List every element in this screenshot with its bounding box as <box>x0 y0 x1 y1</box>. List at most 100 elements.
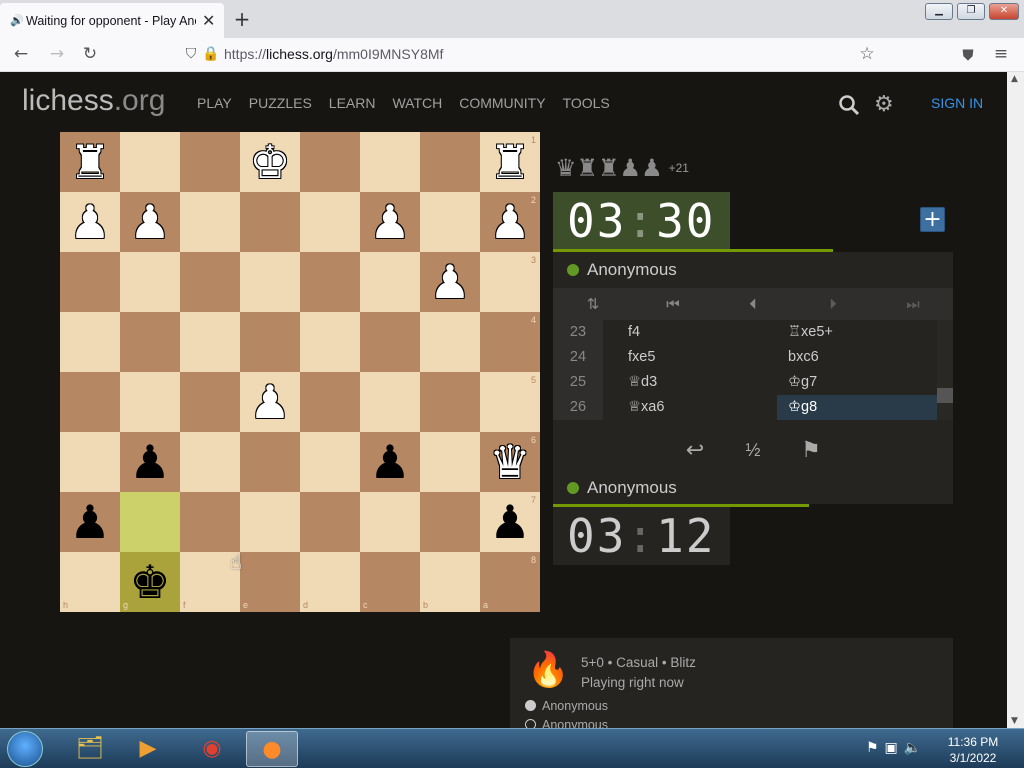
search-icon[interactable] <box>838 94 860 116</box>
black-piece-h7[interactable]: ♟ <box>60 492 120 552</box>
square-e8[interactable] <box>240 552 300 612</box>
black-piece-g8[interactable]: ♚ <box>120 552 180 612</box>
square-h6[interactable] <box>60 432 120 492</box>
speaker-icon[interactable]: 🔊 <box>10 14 26 27</box>
prev-move-icon[interactable]: ⏴ <box>713 288 793 320</box>
next-move-icon[interactable]: ⏵ <box>793 288 873 320</box>
square-h5[interactable] <box>60 372 120 432</box>
new-tab-button[interactable]: + <box>232 7 252 31</box>
square-f6[interactable] <box>180 432 240 492</box>
reload-icon[interactable]: ↻ <box>79 44 101 64</box>
square-c7[interactable] <box>360 492 420 552</box>
square-d6[interactable] <box>300 432 360 492</box>
square-g1[interactable] <box>120 132 180 192</box>
square-e7[interactable] <box>240 492 300 552</box>
square-d4[interactable] <box>300 312 360 372</box>
square-f5[interactable] <box>180 372 240 432</box>
player-list-item[interactable]: Anonymous <box>525 697 608 716</box>
square-d7[interactable] <box>300 492 360 552</box>
maximize-button[interactable]: ❐ <box>957 3 985 20</box>
square-b5[interactable] <box>420 372 480 432</box>
square-f1[interactable] <box>180 132 240 192</box>
lock-icon[interactable]: 🔒 <box>200 46 222 62</box>
nav-puzzles[interactable]: PUZZLES <box>249 95 312 111</box>
page-scrollbar[interactable]: ▲ ▼ <box>1007 72 1024 728</box>
pocket-icon[interactable]: ⛊ <box>957 46 979 64</box>
square-f3[interactable] <box>180 252 240 312</box>
black-move[interactable]: ♔g8 <box>777 395 937 420</box>
square-e3[interactable] <box>240 252 300 312</box>
offer-draw-button[interactable]: ½ <box>724 440 782 461</box>
url-bar[interactable]: https://lichess.org/mm0I9MNSY8Mf <box>224 46 443 62</box>
square-h4[interactable] <box>60 312 120 372</box>
square-h3[interactable] <box>60 252 120 312</box>
nav-community[interactable]: COMMUNITY <box>459 95 545 111</box>
taskbar-clock[interactable]: 11:36 PM 3/1/2022 <box>940 734 1006 766</box>
add-time-button[interactable]: + <box>920 207 945 232</box>
square-g5[interactable] <box>120 372 180 432</box>
scroll-up-icon[interactable]: ▲ <box>1011 74 1018 84</box>
white-piece-g2[interactable]: ♟ <box>120 192 180 252</box>
opponent-name[interactable]: Anonymous <box>587 260 677 280</box>
square-b8[interactable] <box>420 552 480 612</box>
square-b1[interactable] <box>420 132 480 192</box>
shield-icon[interactable]: ⛉ <box>180 46 202 62</box>
browser-tab[interactable]: 🔊 Waiting for opponent - Play Anonymous … <box>0 3 224 38</box>
back-arrow-icon[interactable]: ← <box>10 44 32 64</box>
white-move[interactable]: ♕d3 <box>617 370 777 395</box>
self-name[interactable]: Anonymous <box>587 478 677 498</box>
nav-watch[interactable]: WATCH <box>392 95 442 111</box>
close-window-button[interactable]: ✕ <box>989 3 1019 20</box>
resign-button[interactable]: ⚑ <box>782 438 840 463</box>
square-b4[interactable] <box>420 312 480 372</box>
square-f4[interactable] <box>180 312 240 372</box>
start-button[interactable] <box>7 731 43 767</box>
black-move[interactable]: ♖xe5+ <box>777 320 937 345</box>
white-move[interactable]: f4 <box>617 320 777 345</box>
square-f7[interactable] <box>180 492 240 552</box>
media-player-icon[interactable]: ▶ <box>122 731 174 767</box>
square-c8[interactable] <box>360 552 420 612</box>
square-c4[interactable] <box>360 312 420 372</box>
nav-tools[interactable]: TOOLS <box>563 95 610 111</box>
move-list-scrollbar[interactable] <box>937 320 953 420</box>
black-move[interactable]: ♔g7 <box>777 370 937 395</box>
move-list-scroll-thumb[interactable] <box>937 388 953 403</box>
nav-learn[interactable]: LEARN <box>329 95 376 111</box>
square-g4[interactable] <box>120 312 180 372</box>
square-e2[interactable] <box>240 192 300 252</box>
square-h8[interactable] <box>60 552 120 612</box>
flip-board-icon[interactable]: ⇅ <box>553 288 633 320</box>
white-piece-h2[interactable]: ♟ <box>60 192 120 252</box>
square-d5[interactable] <box>300 372 360 432</box>
black-piece-c6[interactable]: ♟ <box>360 432 420 492</box>
white-piece-e5[interactable]: ♟ <box>240 372 300 432</box>
white-piece-b3[interactable]: ♟ <box>420 252 480 312</box>
file-explorer-icon[interactable]: 🗂 <box>64 731 116 767</box>
white-move[interactable]: fxe5 <box>617 345 777 370</box>
scroll-down-icon[interactable]: ▼ <box>1011 716 1018 726</box>
square-c1[interactable] <box>360 132 420 192</box>
close-tab-icon[interactable]: ✕ <box>202 11 215 30</box>
square-g3[interactable] <box>120 252 180 312</box>
white-piece-e1[interactable]: ♚ <box>240 132 300 192</box>
nav-play[interactable]: PLAY <box>197 95 232 111</box>
gear-icon[interactable]: ⚙ <box>874 92 894 117</box>
black-piece-g6[interactable]: ♟ <box>120 432 180 492</box>
site-logo[interactable]: lichess.org <box>22 84 165 118</box>
minimize-button[interactable]: ▁ <box>925 3 953 20</box>
square-c5[interactable] <box>360 372 420 432</box>
sign-in-link[interactable]: SIGN IN <box>931 95 983 111</box>
white-piece-h1[interactable]: ♜ <box>60 132 120 192</box>
square-d2[interactable] <box>300 192 360 252</box>
takeback-button[interactable]: ↩ <box>666 438 724 463</box>
white-piece-c2[interactable]: ♟ <box>360 192 420 252</box>
square-d8[interactable] <box>300 552 360 612</box>
bookmark-star-icon[interactable]: ☆ <box>856 44 878 64</box>
square-b2[interactable] <box>420 192 480 252</box>
firefox-icon[interactable]: ● <box>246 731 298 767</box>
first-move-icon[interactable]: ⏮ <box>633 288 713 320</box>
forward-arrow-icon[interactable]: → <box>46 44 68 64</box>
square-f2[interactable] <box>180 192 240 252</box>
square-c3[interactable] <box>360 252 420 312</box>
